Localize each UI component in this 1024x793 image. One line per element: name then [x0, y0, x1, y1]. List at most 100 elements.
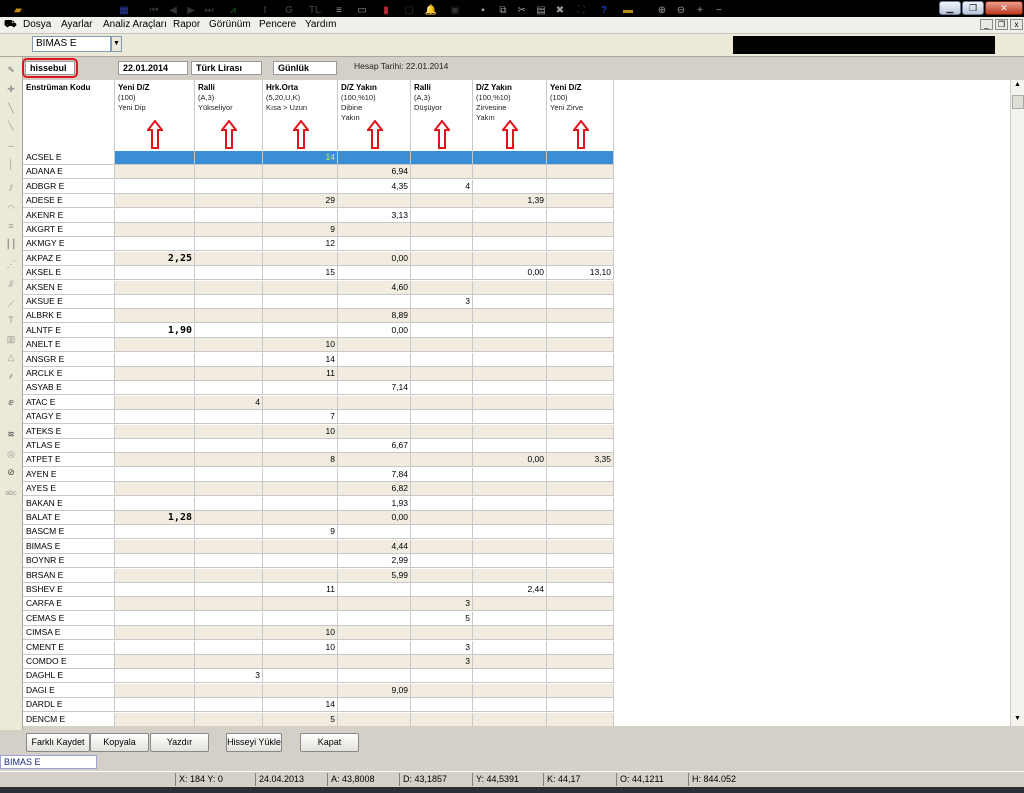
table-row[interactable]: DAGI E 9,09: [23, 683, 614, 698]
column-header-0[interactable]: Enstrüman Kodu: [23, 80, 115, 151]
table-row[interactable]: BOYNR E 2,99: [23, 554, 614, 569]
menu-pencere[interactable]: Pencere: [259, 19, 296, 30]
table-row[interactable]: ATAC E 4: [23, 395, 614, 410]
time-zone-icon[interactable]: ┃┃: [3, 237, 19, 251]
table-row[interactable]: ATPET E 8 0,00 3,35: [23, 453, 614, 468]
chart-type-icon[interactable]: ▦: [117, 3, 131, 19]
menu-rapor[interactable]: Rapor: [173, 19, 200, 30]
fan-icon[interactable]: ⋰: [3, 257, 19, 271]
minus-icon[interactable]: −: [713, 3, 725, 19]
delete-icon[interactable]: ✖: [554, 3, 566, 19]
brush-icon[interactable]: ⸙: [3, 369, 19, 383]
yazdir-button[interactable]: Yazdır: [150, 733, 209, 752]
kapat-button[interactable]: Kapat: [300, 733, 359, 752]
menu-ayarlar[interactable]: Ayarlar: [61, 19, 93, 30]
table-row[interactable]: AKGRT E 9: [23, 223, 614, 237]
circle-icon[interactable]: ◎: [3, 447, 19, 461]
app-icon[interactable]: ⛟: [4, 19, 17, 32]
table-row[interactable]: BAKAN E 1,93: [23, 496, 614, 511]
table-row[interactable]: AKSEN E 4,60: [23, 280, 614, 295]
crosshair-icon[interactable]: ✚: [3, 82, 19, 96]
table-row[interactable]: AKENR E 3,13: [23, 208, 614, 223]
menu-analiz-araclari[interactable]: Analiz Araçları: [103, 19, 167, 30]
delete-drawing-icon[interactable]: ⊘: [3, 465, 19, 479]
table-row[interactable]: DAGHL E 3: [23, 669, 614, 684]
zoom-out-icon[interactable]: ⊖: [675, 3, 687, 19]
table-row[interactable]: COMDO E 3: [23, 655, 614, 669]
table-row[interactable]: ALNTF E 1,90 0,00: [23, 323, 614, 338]
cut-icon[interactable]: ✂: [516, 3, 528, 19]
save-icon[interactable]: ▪: [477, 3, 489, 19]
copy-icon[interactable]: ⧉: [497, 3, 509, 19]
channel-icon[interactable]: ⫽: [3, 181, 19, 195]
fibonacci-icon[interactable]: ≡: [3, 219, 19, 233]
table-row[interactable]: BRSAN E 5,99: [23, 568, 614, 583]
table-row[interactable]: CEMAS E 5: [23, 611, 614, 626]
table-row[interactable]: ATEKS E 10: [23, 424, 614, 439]
next-icon[interactable]: ▶: [185, 3, 197, 19]
table-row[interactable]: DENCM E 5: [23, 712, 614, 726]
regression-icon[interactable]: ⫻: [3, 277, 19, 291]
bar-chart-icon[interactable]: ▮: [379, 3, 393, 19]
g-icon[interactable]: G: [283, 3, 295, 19]
table-row[interactable]: ACSEL E 14: [23, 151, 614, 165]
mdi-minimize-button[interactable]: _: [980, 19, 993, 30]
kopyala-button[interactable]: Kopyala: [90, 733, 149, 752]
abc-icon[interactable]: abc: [3, 487, 19, 501]
horizontal-line-icon[interactable]: ─: [3, 139, 19, 153]
table-row[interactable]: AYEN E 7,84: [23, 467, 614, 482]
previous-icon[interactable]: ◀: [167, 3, 179, 19]
table-row[interactable]: ARCLK E 11: [23, 367, 614, 381]
table-row[interactable]: BALAT E 1,28 0,00: [23, 511, 614, 525]
list-icon[interactable]: ≡: [333, 3, 345, 19]
table-row[interactable]: BASCM E 9: [23, 525, 614, 540]
table-row[interactable]: AKPAZ E 2,25 0,00: [23, 251, 614, 266]
currency-field[interactable]: Türk Lirası: [191, 61, 262, 75]
table-row[interactable]: CARFA E 3: [23, 597, 614, 612]
point-figure-icon[interactable]: ⅇ: [3, 395, 19, 409]
table-row[interactable]: BIMAS E 4,44: [23, 539, 614, 554]
table-row[interactable]: DARDL E 14: [23, 698, 614, 713]
vertical-scrollbar[interactable]: ▲ ▼: [1010, 80, 1024, 726]
last-icon[interactable]: ⏭: [203, 3, 215, 19]
triangle-icon[interactable]: △: [3, 350, 19, 364]
farkli-kaydet-button[interactable]: Farklı Kaydet: [26, 733, 90, 752]
gann-icon[interactable]: ⟋: [3, 297, 19, 311]
help-icon[interactable]: ?: [598, 3, 610, 19]
table-row[interactable]: ALBRK E 8,89: [23, 309, 614, 324]
wave-icon[interactable]: ≋: [3, 427, 19, 441]
alarm-bell-icon[interactable]: 🔔: [424, 3, 438, 19]
table-row[interactable]: AKSEL E 15 0,00 13,10: [23, 266, 614, 281]
table-row[interactable]: ADESE E 29 1,39: [23, 194, 614, 209]
table-row[interactable]: AKSUE E 3: [23, 295, 614, 309]
mdi-close-button[interactable]: x: [1010, 19, 1023, 30]
menu-dosya[interactable]: Dosya: [23, 19, 51, 30]
comment-icon[interactable]: ▭: [356, 3, 368, 19]
table-row[interactable]: CMENT E 10 3: [23, 640, 614, 655]
line-icon[interactable]: ╲: [3, 119, 19, 133]
scroll-up-arrow[interactable]: ▲: [1012, 81, 1023, 91]
table-row[interactable]: AKMGY E 12: [23, 237, 614, 252]
interval-icon[interactable]: I: [259, 3, 271, 19]
symbol-select[interactable]: BIMAS E: [32, 36, 111, 52]
grid-icon[interactable]: ▥: [3, 332, 19, 346]
plus-icon[interactable]: +: [694, 3, 706, 19]
image-icon[interactable]: ▣: [448, 3, 462, 19]
pointer-icon[interactable]: ⬉: [3, 62, 19, 76]
table-row[interactable]: CIMSA E 10: [23, 626, 614, 641]
hisseyi-yukle-button[interactable]: Hisseyi Yükle: [226, 733, 282, 752]
table-row[interactable]: ANELT E 10: [23, 338, 614, 353]
period-field[interactable]: Günlük: [273, 61, 337, 75]
table-row[interactable]: ANSGR E 14: [23, 352, 614, 367]
mdi-restore-button[interactable]: ❐: [995, 19, 1008, 30]
arc-icon[interactable]: ◠: [3, 201, 19, 215]
binoculars-icon[interactable]: ⛶: [574, 3, 588, 19]
scroll-down-arrow[interactable]: ▼: [1012, 715, 1023, 725]
vertical-line-icon[interactable]: │: [3, 157, 19, 171]
indicator-icon[interactable]: ⩘: [226, 3, 240, 19]
paste-icon[interactable]: ▤: [535, 3, 547, 19]
scroll-thumb[interactable]: [1012, 95, 1024, 109]
table-row[interactable]: BSHEV E 11 2,44: [23, 583, 614, 597]
first-icon[interactable]: ⏮: [148, 3, 160, 19]
close-button[interactable]: ✕: [985, 1, 1023, 15]
